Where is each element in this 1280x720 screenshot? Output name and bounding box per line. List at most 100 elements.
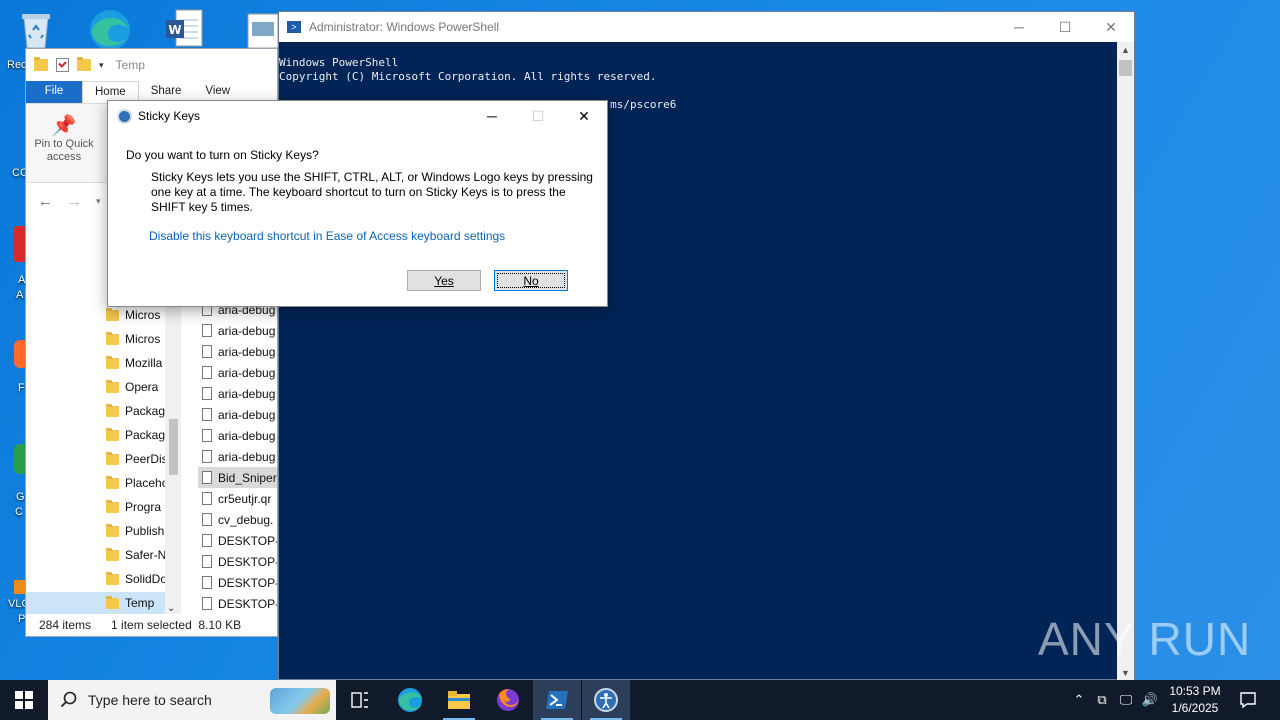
no-button[interactable]: No bbox=[494, 270, 568, 291]
nav-item[interactable]: Packag bbox=[106, 424, 165, 446]
console-scrollbar[interactable]: ▲ ▼ bbox=[1117, 42, 1134, 681]
close-button[interactable]: ✕ bbox=[1088, 12, 1134, 42]
file-icon bbox=[202, 429, 212, 442]
file-icon bbox=[202, 534, 212, 547]
file-row[interactable]: aria-debug bbox=[202, 341, 277, 362]
file-name: aria-debug bbox=[218, 449, 276, 464]
nav-item-label: Publish bbox=[125, 524, 165, 538]
windows-logo-icon bbox=[15, 691, 33, 709]
folder-icon bbox=[106, 307, 119, 321]
start-button[interactable] bbox=[0, 680, 48, 720]
notification-center-button[interactable] bbox=[1224, 680, 1272, 720]
nav-item-label: Packag bbox=[125, 428, 166, 442]
nav-item[interactable]: Publish bbox=[106, 520, 164, 542]
nav-item[interactable]: Mozilla bbox=[106, 352, 162, 374]
nav-item[interactable]: Packag bbox=[106, 400, 165, 422]
display-icon[interactable]: 🖵 bbox=[1114, 692, 1138, 708]
close-button[interactable]: ✕ bbox=[561, 101, 607, 131]
yes-button[interactable]: Yes bbox=[407, 270, 481, 291]
file-row[interactable]: aria-debug bbox=[202, 446, 277, 467]
file-row[interactable]: cv_debug. bbox=[202, 509, 277, 530]
taskbar-search-box[interactable]: Type here to search bbox=[48, 680, 336, 720]
nav-item[interactable]: Progra bbox=[106, 496, 161, 518]
nav-item[interactable]: Micros bbox=[106, 304, 160, 326]
file-row-selected[interactable]: Bid_Sniper bbox=[198, 467, 277, 488]
taskbar-powershell[interactable] bbox=[533, 680, 581, 720]
taskbar-ease-of-access[interactable] bbox=[582, 680, 630, 720]
dialog-title: Sticky Keys bbox=[138, 109, 201, 123]
file-row[interactable]: aria-debug bbox=[202, 425, 277, 446]
network-icon[interactable]: ⧉ bbox=[1090, 692, 1114, 708]
desktop-label: C bbox=[15, 506, 23, 518]
file-row[interactable]: cr5eutjr.qr bbox=[202, 488, 277, 509]
desktop-label: A bbox=[16, 289, 24, 301]
scroll-down-icon[interactable]: ▼ bbox=[1117, 665, 1134, 681]
file-row[interactable]: DESKTOP- bbox=[202, 551, 278, 572]
disable-shortcut-link[interactable]: Disable this keyboard shortcut in Ease o… bbox=[149, 229, 505, 243]
taskbar-firefox[interactable] bbox=[484, 680, 532, 720]
nav-item-label: Packag bbox=[125, 404, 166, 418]
taskbar-file-explorer[interactable] bbox=[435, 680, 483, 720]
system-tray: ⌃ ⧉ 🖵 🔊 bbox=[1068, 680, 1162, 720]
file-name: DESKTOP- bbox=[218, 554, 278, 569]
minimize-button[interactable]: ─ bbox=[996, 12, 1042, 42]
file-row[interactable]: aria-debug bbox=[202, 404, 277, 425]
folder-icon bbox=[106, 571, 119, 585]
folder-icon bbox=[106, 379, 119, 393]
window-controls: ─ ☐ ✕ bbox=[996, 12, 1134, 42]
notification-icon bbox=[1240, 692, 1256, 709]
nav-item[interactable]: Micros bbox=[106, 328, 160, 350]
folder-icon bbox=[106, 403, 119, 417]
recycle-bin-icon[interactable] bbox=[16, 8, 56, 49]
dialog-window-controls: ─ ☐ ✕ bbox=[469, 101, 607, 131]
file-name: DESKTOP- bbox=[218, 575, 278, 590]
file-row[interactable]: DESKTOP- bbox=[202, 530, 278, 551]
properties-icon[interactable] bbox=[56, 58, 69, 72]
scrollbar-thumb[interactable] bbox=[169, 419, 178, 475]
nav-item-label: SolidDo bbox=[125, 572, 168, 586]
desktop-label: Rec bbox=[7, 59, 27, 71]
back-arrow-icon[interactable]: ← bbox=[38, 193, 53, 210]
file-name: aria-debug bbox=[218, 344, 276, 359]
file-row[interactable]: DESKTOP- bbox=[202, 572, 278, 593]
powershell-icon bbox=[546, 691, 568, 709]
new-folder-icon[interactable] bbox=[77, 57, 91, 71]
word-icon[interactable]: W bbox=[164, 8, 204, 48]
taskbar-clock[interactable]: 10:53 PM 1/6/2025 bbox=[1160, 683, 1230, 717]
search-highlight-icon bbox=[270, 688, 330, 714]
forward-arrow-icon[interactable]: → bbox=[67, 193, 82, 210]
nav-item[interactable]: PeerDis bbox=[106, 448, 168, 470]
nav-item[interactable]: Safer-N bbox=[106, 544, 166, 566]
taskbar-edge[interactable] bbox=[386, 680, 434, 720]
nav-item-label: Progra bbox=[125, 500, 162, 514]
file-row[interactable]: aria-debug bbox=[202, 320, 277, 341]
file-row[interactable]: DESKTOP- bbox=[202, 593, 277, 614]
maximize-button[interactable]: ☐ bbox=[1042, 12, 1088, 42]
pin-to-quick-access-button[interactable]: 📌 Pin to Quick access bbox=[32, 114, 96, 164]
chevron-up-icon[interactable]: ⌃ bbox=[1068, 692, 1090, 708]
pin-label: Pin to Quick access bbox=[34, 138, 94, 163]
task-view-button[interactable] bbox=[336, 680, 384, 720]
folder-icon bbox=[106, 547, 119, 561]
nav-item[interactable]: Placeho bbox=[106, 472, 168, 494]
folder-icon bbox=[106, 523, 119, 537]
file-row[interactable]: aria-debug bbox=[202, 383, 277, 404]
svg-text:W: W bbox=[168, 23, 181, 37]
file-name: DESKTOP- bbox=[218, 533, 278, 548]
volume-icon[interactable]: 🔊 bbox=[1138, 692, 1162, 708]
chevron-down-icon[interactable]: ⌄ bbox=[167, 603, 175, 614]
nav-item[interactable]: Opera bbox=[106, 376, 158, 398]
sticky-keys-dialog: Sticky Keys ─ ☐ ✕ Do you want to turn on… bbox=[107, 100, 608, 307]
nav-item[interactable]: SolidDo bbox=[106, 568, 167, 590]
scrollbar-thumb[interactable] bbox=[1119, 60, 1132, 76]
scroll-up-icon[interactable]: ▲ bbox=[1117, 42, 1134, 58]
tab-file[interactable]: File bbox=[26, 81, 82, 103]
chevron-down-icon[interactable]: ▾ bbox=[99, 60, 104, 71]
chevron-down-icon[interactable]: ▾ bbox=[96, 196, 101, 207]
edge-icon[interactable] bbox=[86, 6, 130, 50]
nav-scrollbar[interactable]: ⌄ bbox=[165, 301, 181, 616]
file-row[interactable]: aria-debug bbox=[202, 362, 277, 383]
nav-item-temp[interactable]: Temp bbox=[26, 592, 165, 614]
file-icon bbox=[202, 492, 212, 505]
minimize-button[interactable]: ─ bbox=[469, 101, 515, 131]
